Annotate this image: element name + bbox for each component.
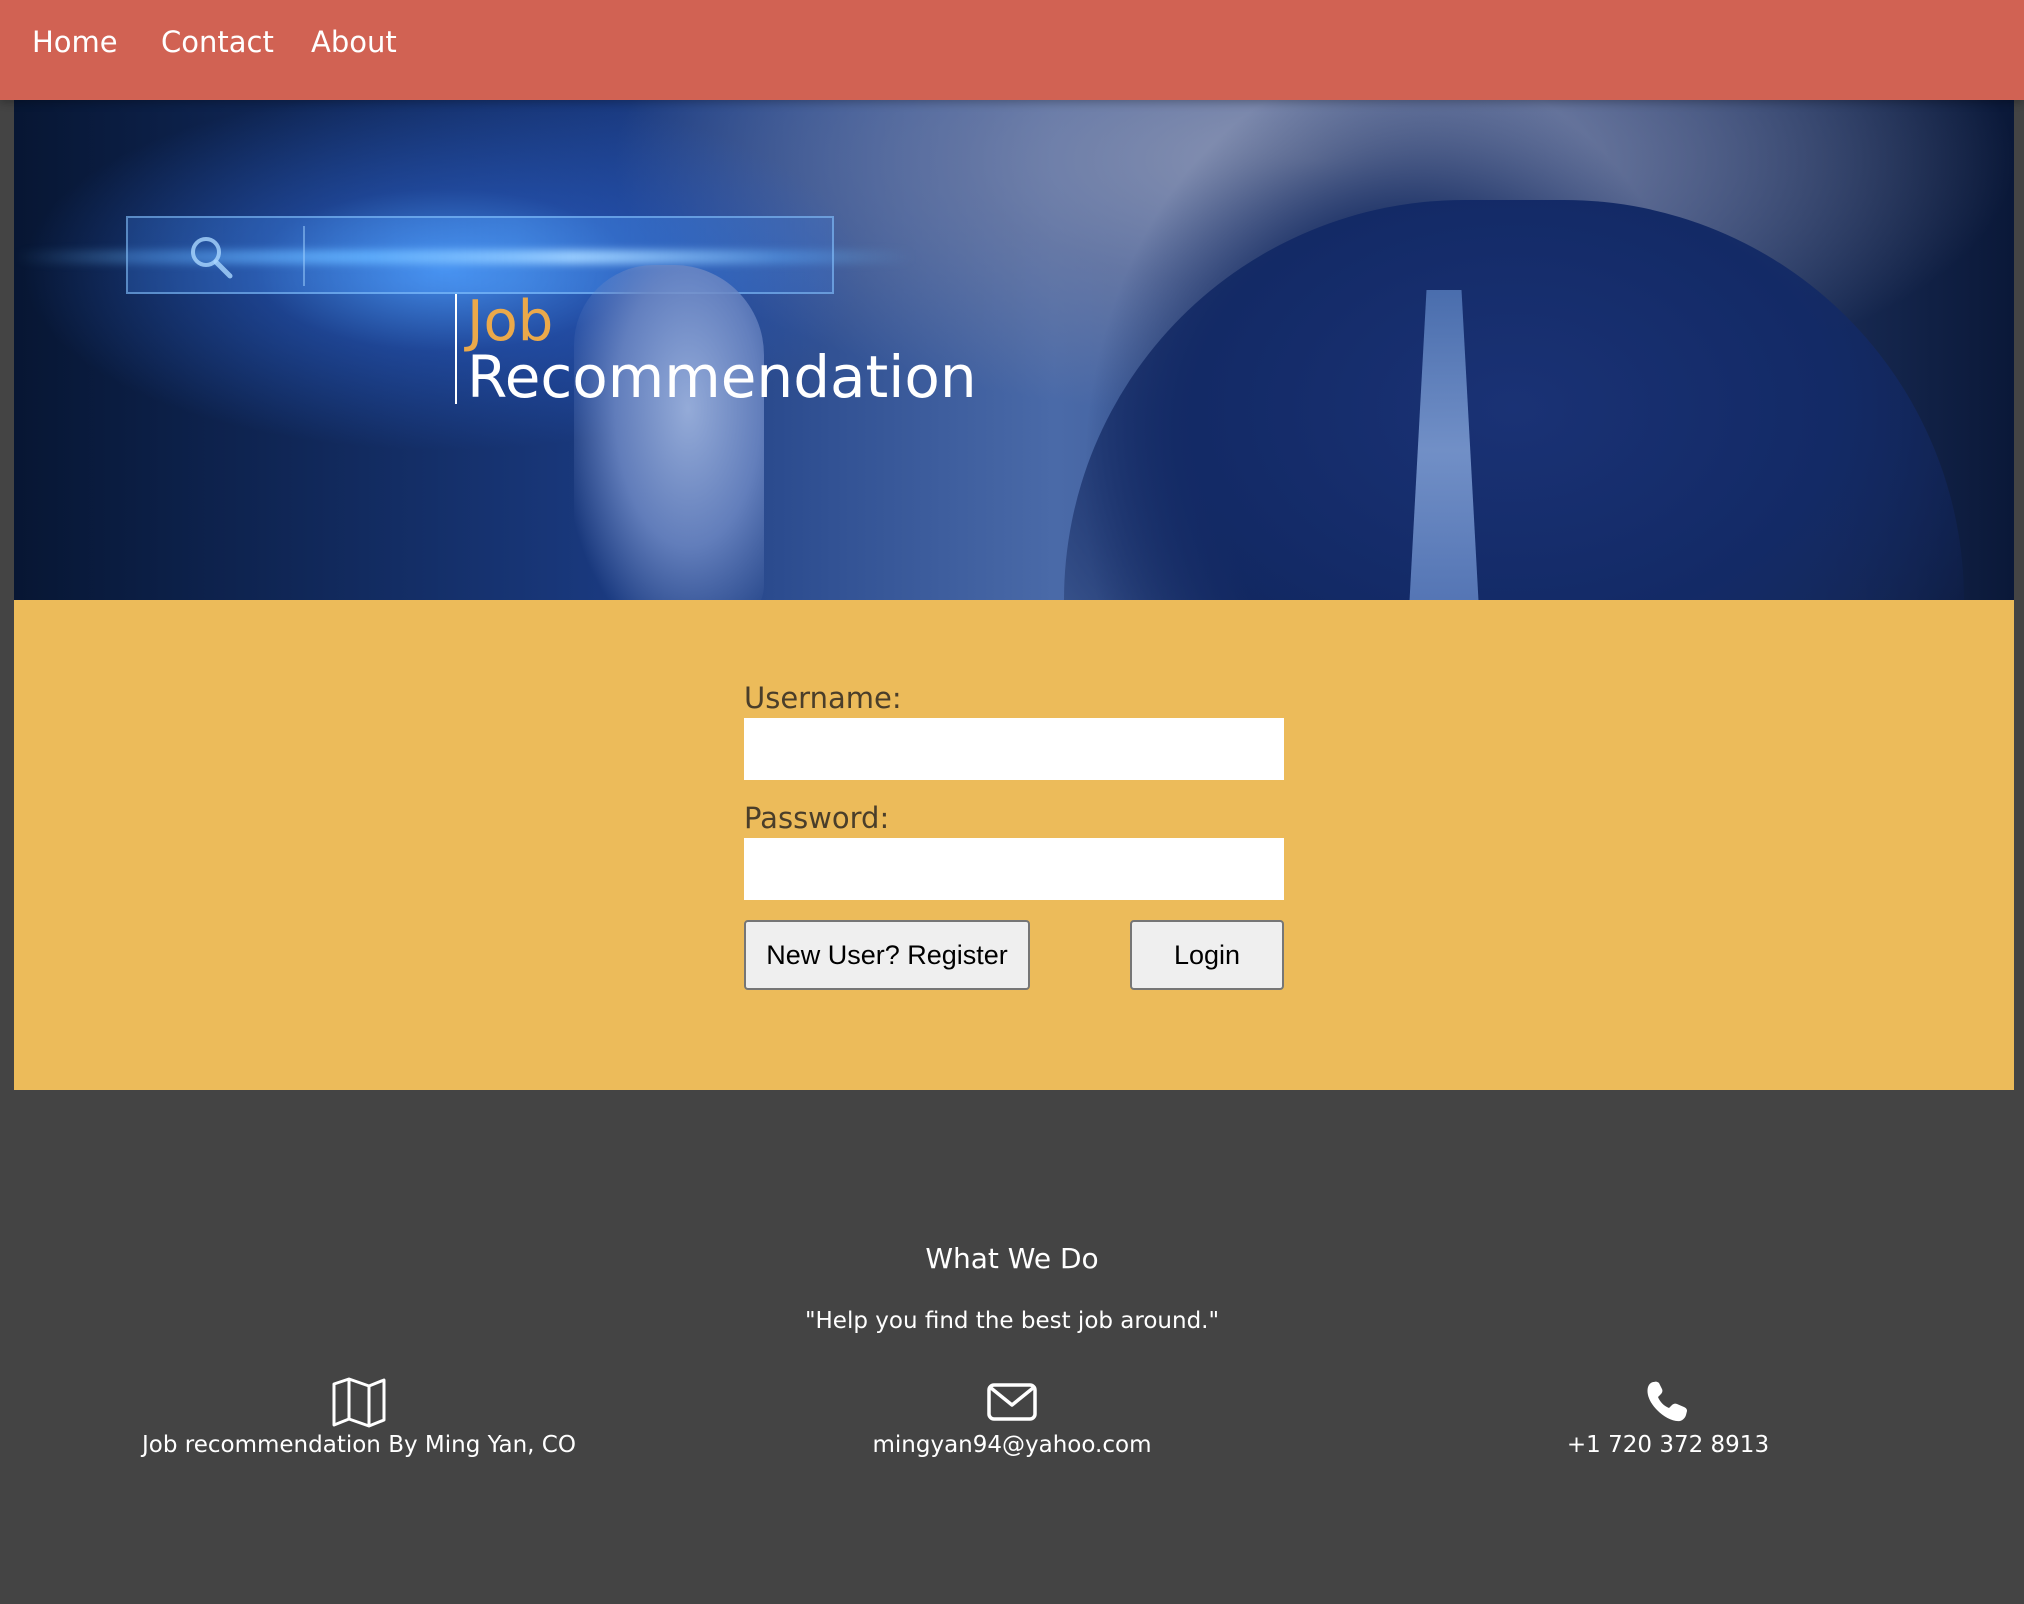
footer-heading: What We Do <box>925 1242 1099 1275</box>
top-navigation: Home Contact About <box>0 0 2024 100</box>
register-button[interactable]: New User? Register <box>744 920 1030 990</box>
hero-title-job: Job <box>467 289 554 354</box>
password-label: Password: <box>744 801 890 835</box>
footer: What We Do "Help you find the best job a… <box>0 1090 2024 1604</box>
login-form: Username: Password: New User? Register L… <box>14 600 2014 1090</box>
hero-businessman-image <box>1064 200 1964 600</box>
footer-item-location: Job recommendation By Ming Yan, CO <box>59 1376 659 1458</box>
login-button[interactable]: Login <box>1130 920 1284 990</box>
envelope-icon <box>987 1383 1037 1421</box>
hero-title: Job Recommendation <box>455 289 977 411</box>
nav-link-about[interactable]: About <box>311 0 397 84</box>
nav-link-contact[interactable]: Contact <box>161 0 274 84</box>
footer-email-text: mingyan94@yahoo.com <box>872 1432 1152 1458</box>
nav-link-home[interactable]: Home <box>32 0 118 84</box>
hero-banner: Job Recommendation <box>14 100 2014 600</box>
footer-location-text: Job recommendation By Ming Yan, CO <box>142 1432 576 1458</box>
username-label: Username: <box>744 681 902 715</box>
map-icon <box>332 1377 386 1428</box>
username-input[interactable] <box>744 718 1284 780</box>
footer-item-phone: +1 720 372 8913 <box>1368 1376 1968 1458</box>
hero-title-recommendation: Recommendation <box>467 343 977 411</box>
footer-phone-text: +1 720 372 8913 <box>1566 1432 1770 1458</box>
footer-item-email: mingyan94@yahoo.com <box>712 1376 1312 1458</box>
phone-icon <box>1647 1381 1687 1422</box>
password-input[interactable] <box>744 838 1284 900</box>
magnifier-icon <box>191 237 233 279</box>
footer-tagline: "Help you find the best job around." <box>804 1308 1220 1334</box>
